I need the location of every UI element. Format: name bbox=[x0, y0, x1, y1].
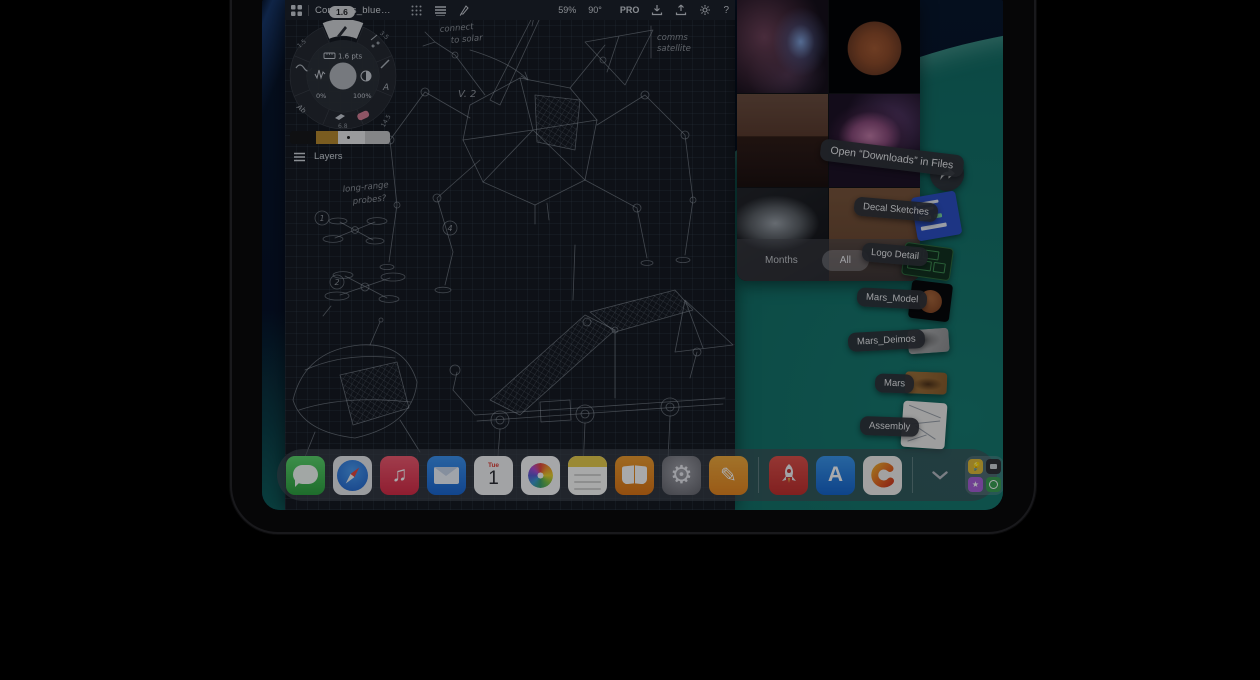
concepts-c-icon bbox=[870, 462, 896, 488]
swatch-selected-dot bbox=[347, 136, 350, 139]
swatch-white-selected[interactable] bbox=[338, 131, 365, 144]
dock-app-settings[interactable]: ⚙ bbox=[662, 456, 701, 495]
drag-label-mars[interactable]: Mars bbox=[875, 373, 915, 393]
annotation-num-4: 4 bbox=[448, 224, 453, 233]
swatch-black[interactable] bbox=[290, 131, 316, 144]
books-page-icon bbox=[635, 465, 647, 484]
dock-app-pages[interactable]: ✎ bbox=[709, 456, 748, 495]
notes-line-icon bbox=[574, 488, 601, 490]
dock-app-music[interactable]: ♫ bbox=[380, 456, 419, 495]
drag-label-assembly[interactable]: Assembly bbox=[860, 416, 920, 437]
swatch-gold[interactable] bbox=[316, 131, 338, 144]
messages-bubble-icon bbox=[293, 465, 318, 484]
seg-num-bottom: 6.8 bbox=[338, 123, 348, 130]
app-store-a-icon: A bbox=[828, 463, 843, 487]
precision-grid-icon[interactable] bbox=[405, 0, 428, 20]
dock: ♫ Tue 1 ⚙ ✎ bbox=[277, 449, 997, 501]
books-page-icon bbox=[622, 465, 634, 484]
dock-app-app-store[interactable]: A bbox=[816, 456, 855, 495]
layers-menu-icon[interactable] bbox=[428, 0, 453, 20]
photos-flower-icon bbox=[528, 463, 553, 488]
dock-app-safari[interactable] bbox=[333, 456, 372, 495]
wheel-opacity-max: 100% bbox=[353, 92, 372, 100]
annotation-comms-2: satellite bbox=[657, 44, 691, 54]
chevron-down-icon bbox=[932, 471, 948, 480]
dock-collapse-button[interactable] bbox=[923, 456, 957, 495]
calendar-day: 1 bbox=[488, 469, 499, 488]
dock-app-library-button[interactable]: 💡 ★ bbox=[965, 456, 1003, 495]
library-mini-star-icon: ★ bbox=[968, 477, 983, 492]
settings-gear-glyph: ⚙ bbox=[670, 460, 692, 490]
pages-pen-icon: ✎ bbox=[720, 463, 737, 488]
workspace-grid-icon[interactable] bbox=[285, 0, 308, 20]
wheel-opacity-min: 0% bbox=[316, 92, 326, 100]
annotation-connect-1: connect bbox=[439, 22, 474, 35]
sketch-lander bbox=[380, 9, 696, 293]
annotation-connect-2: to solar bbox=[450, 33, 483, 46]
dock-divider bbox=[758, 457, 759, 493]
mail-envelope-icon bbox=[434, 467, 459, 484]
dock-app-messages[interactable] bbox=[286, 456, 325, 495]
notes-line-icon bbox=[574, 474, 601, 476]
dock-app-rocket[interactable] bbox=[769, 456, 808, 495]
help-icon[interactable]: ? bbox=[717, 0, 735, 20]
annotation-probes-1: long-range bbox=[342, 180, 389, 195]
notes-header bbox=[568, 456, 607, 467]
photo-thumb-mars-planet[interactable] bbox=[829, 0, 920, 93]
wheel-size-value: 1.6 pts bbox=[338, 53, 363, 61]
annotation-version: V. 2 bbox=[458, 89, 476, 100]
dock-app-calendar[interactable]: Tue 1 bbox=[474, 456, 513, 495]
library-mini-camera-icon bbox=[986, 459, 1001, 474]
text-tool-glyph: A bbox=[382, 83, 389, 93]
notes-line-icon bbox=[574, 481, 601, 483]
color-palette-bar bbox=[290, 131, 390, 144]
drag-label-mars-model[interactable]: Mars_Model bbox=[857, 287, 928, 310]
dock-app-mail[interactable] bbox=[427, 456, 466, 495]
photo-thumb-mars-hills[interactable] bbox=[737, 94, 828, 187]
library-mini-ring-icon bbox=[986, 477, 1001, 492]
sketch-module bbox=[293, 318, 420, 462]
library-mini-tips-icon: 💡 bbox=[968, 459, 983, 474]
color-puck[interactable] bbox=[330, 63, 357, 90]
export-share-icon[interactable] bbox=[669, 0, 693, 20]
ipad-device-frame: connect to solar comms satellite V. 2 lo… bbox=[232, 0, 1034, 532]
photo-thumb-horsehead-nebula[interactable] bbox=[737, 0, 828, 93]
sketch-arrow bbox=[470, 50, 528, 80]
dock-app-notes[interactable] bbox=[568, 456, 607, 495]
dock-divider bbox=[912, 457, 913, 493]
annotation-comms-1: comms bbox=[657, 33, 688, 43]
annotation-num-2: 2 bbox=[335, 278, 340, 287]
pro-badge[interactable]: PRO bbox=[614, 5, 646, 15]
ipad-screen: connect to solar comms satellite V. 2 lo… bbox=[262, 0, 1003, 510]
settings-gear-icon[interactable] bbox=[693, 0, 717, 20]
swatch-grey[interactable] bbox=[365, 131, 390, 144]
annotation-num-1: 1 bbox=[320, 214, 325, 223]
sketch-drones bbox=[323, 218, 405, 316]
brush-wheel[interactable]: 1.6 pts 0% 100% 1.5 3.5 14.5 6.8 A Ab bbox=[287, 20, 399, 132]
dock-app-photos[interactable] bbox=[521, 456, 560, 495]
annotation-probes-2: probes? bbox=[351, 193, 387, 207]
tab-months[interactable]: Months bbox=[755, 255, 808, 266]
drag-label-mars-deimos[interactable]: Mars_Deimos bbox=[848, 329, 925, 352]
rocket-icon bbox=[778, 463, 800, 487]
size-tooltip: 1.6 bbox=[329, 6, 355, 18]
seg-num-eraser: 14.5 bbox=[380, 113, 393, 128]
import-icon[interactable] bbox=[645, 0, 669, 20]
zoom-level[interactable]: 59% bbox=[552, 5, 582, 15]
stage: connect to solar comms satellite V. 2 lo… bbox=[0, 0, 1260, 680]
dock-app-books[interactable] bbox=[615, 456, 654, 495]
pen-mode-icon[interactable] bbox=[453, 0, 476, 20]
concepts-app-window: connect to solar comms satellite V. 2 lo… bbox=[285, 0, 735, 510]
rotation-angle[interactable]: 90° bbox=[582, 5, 608, 15]
dock-app-concepts[interactable] bbox=[863, 456, 902, 495]
layers-button[interactable]: Layers bbox=[293, 151, 343, 162]
layers-label: Layers bbox=[314, 151, 343, 162]
sketch-rover bbox=[450, 245, 733, 470]
layers-list-icon bbox=[293, 152, 306, 162]
music-note-icon: ♫ bbox=[392, 463, 408, 487]
